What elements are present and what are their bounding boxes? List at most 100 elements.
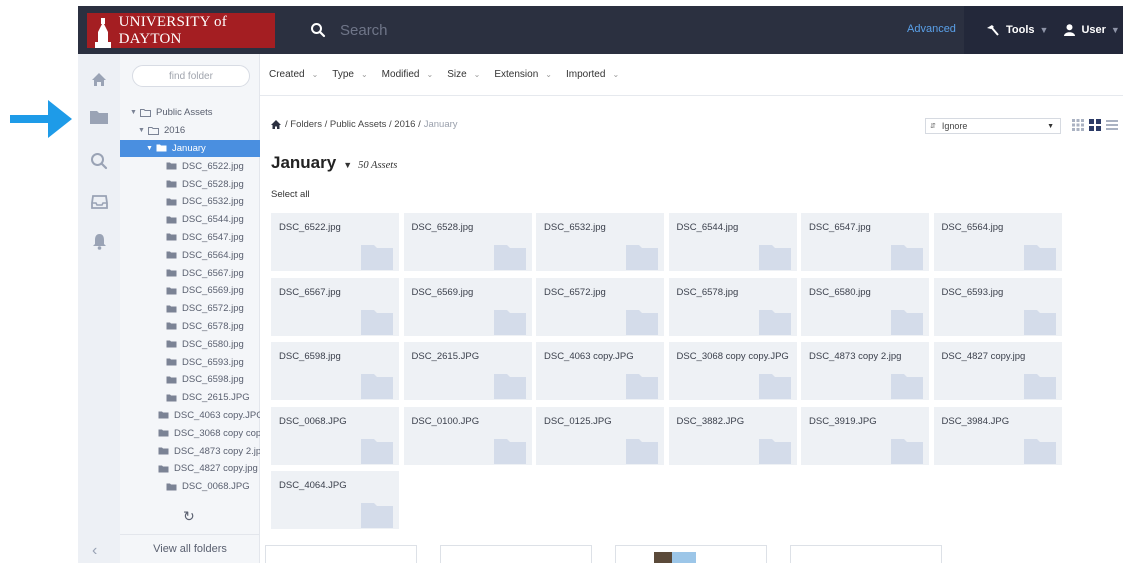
search-icon[interactable] <box>310 22 326 38</box>
tree-item-file[interactable]: DSC_6569.jpg <box>120 282 260 300</box>
asset-name: DSC_6532.jpg <box>544 222 606 233</box>
asset-tile[interactable]: DSC_3068 copy copy.JPG <box>668 342 797 400</box>
asset-tile[interactable]: DSC_6544.jpg <box>668 213 797 271</box>
asset-tile[interactable]: DSC_3919.JPG <box>801 406 929 465</box>
folder-icon <box>166 269 177 277</box>
folder-placeholder-icon <box>1023 309 1056 335</box>
sort-select[interactable]: ⇵ Ignore ▼ <box>925 118 1061 134</box>
tools-label: Tools <box>1006 24 1035 36</box>
tree-item-file[interactable]: DSC_6547.jpg <box>120 229 260 247</box>
user-menu-button[interactable]: User ▼ <box>1064 24 1120 36</box>
tree-item-file[interactable]: DSC_4873 copy 2.jpg <box>120 442 260 460</box>
folder-icon <box>166 180 177 188</box>
tree-item-folder[interactable]: ▼ 2016 <box>120 122 260 140</box>
tree-item-file[interactable]: DSC_2615.JPG <box>120 389 260 407</box>
tree-item-file[interactable]: DSC_0068.JPG <box>120 478 260 496</box>
grid-small-icon[interactable] <box>1072 119 1084 131</box>
select-all-link[interactable]: Select all <box>271 189 310 200</box>
collapse-sidebar-icon[interactable]: ‹ <box>92 542 97 560</box>
asset-tile[interactable]: DSC_2615.JPG <box>403 342 532 400</box>
breadcrumb-path[interactable]: / Folders / Public Assets / 2016 / <box>285 119 421 130</box>
asset-tile[interactable]: DSC_6598.jpg <box>271 342 399 400</box>
advanced-search-link[interactable]: Advanced <box>907 23 956 35</box>
expand-toggle-icon[interactable]: ▼ <box>130 109 140 116</box>
tree-item-file[interactable]: DSC_6528.jpg <box>120 175 260 193</box>
tree-item-file[interactable]: DSC_6522.jpg <box>120 157 260 175</box>
folder-icon[interactable] <box>88 106 110 128</box>
refresh-icon[interactable]: ↻ <box>183 508 195 525</box>
filter-imported[interactable]: Imported ⌄ <box>566 69 619 80</box>
asset-tile[interactable]: DSC_6572.jpg <box>536 277 664 336</box>
logo[interactable]: UNIVERSITY of DAYTON <box>87 13 275 48</box>
filter-type[interactable]: Type ⌄ <box>332 69 367 80</box>
asset-tile[interactable]: DSC_6578.jpg <box>668 277 797 336</box>
asset-tile[interactable]: DSC_3882.JPG <box>668 406 797 465</box>
view-all-folders-link[interactable]: View all folders <box>120 534 260 563</box>
asset-tile[interactable]: DSC_6522.jpg <box>271 213 399 271</box>
inbox-icon[interactable] <box>88 190 110 212</box>
tree-item-file[interactable]: DSC_6564.jpg <box>120 246 260 264</box>
filter-size[interactable]: Size ⌄ <box>447 69 480 80</box>
asset-card[interactable] <box>790 545 942 563</box>
chevron-down-icon[interactable]: ▼ <box>343 160 352 170</box>
chevron-down-icon: ⌄ <box>473 70 481 79</box>
tree-item-file[interactable]: DSC_6580.jpg <box>120 335 260 353</box>
asset-tile[interactable]: DSC_3984.JPG <box>933 406 1062 465</box>
tree-item-file[interactable]: DSC_4063 copy.JPG <box>120 407 260 425</box>
list-icon[interactable] <box>1106 119 1118 131</box>
more-assets-row <box>260 545 1123 563</box>
asset-tile[interactable]: DSC_4873 copy 2.jpg <box>801 342 929 400</box>
filter-created[interactable]: Created ⌄ <box>269 69 318 80</box>
annotation-arrow-icon <box>10 100 72 138</box>
asset-tile[interactable]: DSC_6569.jpg <box>403 277 532 336</box>
filter-extension[interactable]: Extension ⌄ <box>494 69 552 80</box>
tree-item-file[interactable]: DSC_6572.jpg <box>120 300 260 318</box>
asset-name: DSC_2615.JPG <box>411 351 480 362</box>
expand-toggle-icon[interactable]: ▼ <box>138 127 148 134</box>
asset-tile[interactable]: DSC_6532.jpg <box>536 213 664 271</box>
folder-placeholder-icon <box>758 245 791 270</box>
asset-tile[interactable]: DSC_6528.jpg <box>403 213 532 271</box>
find-folder-input[interactable] <box>132 65 250 87</box>
asset-tile[interactable]: DSC_6567.jpg <box>271 277 399 336</box>
tree-item-folder[interactable]: ▼ January <box>120 139 260 158</box>
grid-large-icon[interactable] <box>1089 119 1101 131</box>
search-icon[interactable] <box>88 150 110 172</box>
folder-icon <box>166 162 177 170</box>
tree-item-folder[interactable]: ▼ Public Assets <box>120 104 260 122</box>
search-input[interactable] <box>340 21 640 39</box>
asset-tile[interactable]: DSC_6547.jpg <box>801 213 929 271</box>
home-icon[interactable] <box>88 68 110 90</box>
tree-item-file[interactable]: DSC_4827 copy.jpg <box>120 460 260 478</box>
asset-tile[interactable]: DSC_0125.JPG <box>536 406 664 465</box>
asset-tile[interactable]: DSC_6580.jpg <box>801 277 929 336</box>
filter-modified[interactable]: Modified ⌄ <box>382 69 434 80</box>
folder-icon <box>166 483 177 491</box>
home-icon[interactable] <box>271 120 281 129</box>
tree-item-file[interactable]: DSC_6593.jpg <box>120 353 260 371</box>
tree-item-file[interactable]: DSC_6567.jpg <box>120 264 260 282</box>
folder-placeholder-icon <box>891 438 923 464</box>
asset-tile[interactable]: DSC_6593.jpg <box>933 277 1062 336</box>
asset-tile[interactable]: DSC_6564.jpg <box>933 213 1062 271</box>
bell-icon[interactable] <box>88 230 110 252</box>
tree-item-file[interactable]: DSC_3068 copy copy.JPG <box>120 424 260 442</box>
expand-toggle-icon[interactable]: ▼ <box>146 145 156 152</box>
asset-tile[interactable]: DSC_4827 copy.jpg <box>933 342 1062 400</box>
tools-menu-button[interactable]: Tools ▼ <box>986 24 1048 36</box>
asset-tile[interactable]: DSC_4063 copy.JPG <box>536 342 664 400</box>
tree-item-label: 2016 <box>164 125 186 137</box>
asset-card[interactable] <box>440 545 592 563</box>
tree-item-label: DSC_6593.jpg <box>182 356 244 368</box>
asset-card[interactable] <box>265 545 417 563</box>
tree-item-file[interactable]: DSC_6598.jpg <box>120 371 260 389</box>
tree-item-file[interactable]: DSC_6532.jpg <box>120 193 260 211</box>
asset-tile[interactable]: DSC_4064.JPG <box>271 471 399 529</box>
tree-item-label: DSC_4827 copy.jpg <box>174 463 258 475</box>
asset-tile[interactable]: DSC_0068.JPG <box>271 406 399 465</box>
tree-item-file[interactable]: DSC_6578.jpg <box>120 318 260 336</box>
tree-item-file[interactable]: DSC_6544.jpg <box>120 211 260 229</box>
asset-tile[interactable]: DSC_0100.JPG <box>403 406 532 465</box>
asset-card[interactable] <box>615 545 767 563</box>
chevron-down-icon: ⌄ <box>360 70 368 79</box>
